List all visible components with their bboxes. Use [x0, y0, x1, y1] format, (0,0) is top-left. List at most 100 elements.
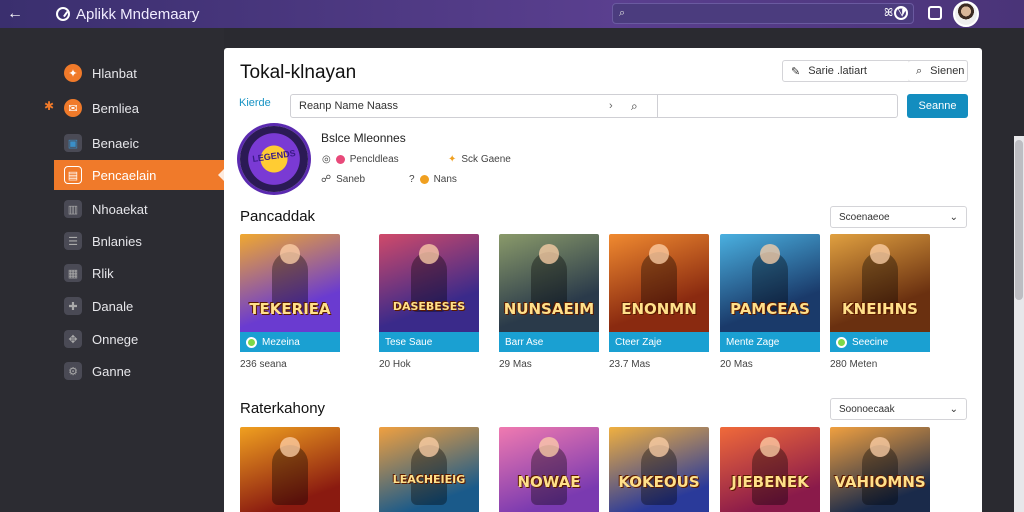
game-cover-image[interactable]: DASEBESES: [379, 234, 479, 332]
game-card[interactable]: DASEBESES Tese Saue 20 Hok: [379, 234, 479, 370]
character-head: [760, 244, 780, 264]
sidebar-item-6[interactable]: ☰ Bnlanies: [54, 226, 224, 256]
featured-meta-2-text: Sck Gaene: [461, 154, 511, 165]
game-logo-text: NOWAE: [517, 473, 581, 491]
game-logo-text: PAMCEAS: [730, 300, 810, 318]
sidebar-item-2[interactable]: ✉ Bemliea: [54, 93, 224, 123]
character-head: [539, 437, 559, 457]
game-card-bar[interactable]: Seecine: [830, 332, 930, 352]
game-cover-image[interactable]: ENONMN: [609, 234, 709, 332]
search-text: Reanp Name Naass: [299, 100, 399, 112]
sidebar-item-4[interactable]: ▤ Pencaelain: [54, 160, 224, 190]
game-card-stats: 20 Mas: [720, 359, 753, 370]
game-cover-image[interactable]: KNEIHNS: [830, 234, 930, 332]
header-search-button[interactable]: ⌕ Sienen: [908, 60, 968, 82]
section-title-recommended: Raterkahony: [240, 400, 326, 417]
scrollbar-thumb[interactable]: [1015, 140, 1023, 300]
game-cover-image[interactable]: JIEBENEK: [720, 427, 820, 512]
game-card-bar-label: Barr Ase: [505, 336, 544, 348]
header-search-label: Sienen: [930, 65, 965, 77]
sidebar-item-label: Onnege: [92, 331, 139, 347]
game-card-bar[interactable]: Mezeina: [240, 332, 340, 352]
game-cover-image[interactable]: NUNSAEIM: [499, 234, 599, 332]
game-card[interactable]: KNEIHNS Seecine 280 Meten: [830, 234, 930, 370]
app-logo-icon: [56, 7, 70, 21]
game-cover-image[interactable]: [240, 427, 340, 512]
filter-icon[interactable]: ꕤ: [884, 7, 893, 20]
sidebar-item-10[interactable]: ⚙ Ganne: [54, 356, 224, 386]
divider: [657, 95, 658, 117]
fire-icon: ✦: [448, 154, 457, 165]
game-cover-image[interactable]: VAHIOMNS: [830, 427, 930, 512]
search-button[interactable]: Seanne: [907, 94, 968, 118]
arrow-left-icon[interactable]: ←: [0, 5, 30, 23]
sidebar-item-8[interactable]: ✚ Danale: [54, 291, 224, 321]
game-card[interactable]: PAMCEAS Mente Zage 20 Mas: [720, 234, 820, 370]
gamepad-icon: ✥: [64, 330, 82, 348]
sidebar-item-label: Hlanbat: [92, 65, 137, 81]
settings-icon: ⚙: [64, 362, 82, 380]
game-card[interactable]: KOKEOUS: [609, 427, 709, 512]
game-card[interactable]: TEKERIEA Mezeina 236 seana: [240, 234, 340, 370]
sidebar-item-label: Benaeic: [92, 135, 139, 151]
sidebar-item-7[interactable]: ▦ Rlik: [54, 258, 224, 288]
orange-chat-icon: ✉: [64, 99, 82, 117]
layers-icon: ☰: [64, 232, 82, 250]
game-card[interactable]: ENONMN Cteer Zaje 23.7 Mas: [609, 234, 709, 370]
game-card-bar[interactable]: Barr Ase: [499, 332, 599, 352]
search-icon[interactable]: ⌕: [631, 99, 657, 114]
game-card[interactable]: NOWAE: [499, 427, 599, 512]
sidebar-item-label: Bnlanies: [92, 233, 142, 249]
featured-game-logo[interactable]: LEGENDS: [240, 126, 308, 192]
section-title-popular: Pancaddak: [240, 208, 316, 225]
sidebar-item-3[interactable]: ▣ Benaeic: [54, 128, 224, 158]
circle-icon: ◎: [322, 154, 331, 165]
game-logo-text: KNEIHNS: [842, 300, 918, 318]
chevron-right-icon[interactable]: ›: [609, 100, 631, 112]
game-card-bar[interactable]: Cteer Zaje: [609, 332, 709, 352]
game-cover-image[interactable]: TEKERIEA: [240, 234, 340, 332]
game-card-stats: 280 Meten: [830, 359, 878, 370]
game-card[interactable]: [240, 427, 340, 512]
game-logo-text: NUNSAEIM: [503, 300, 595, 318]
game-logo-text: VAHIOMNS: [834, 473, 926, 491]
character-head: [419, 244, 439, 264]
character-head: [649, 244, 669, 264]
people-icon: ☍: [321, 174, 332, 185]
game-cover-image[interactable]: NOWAE: [499, 427, 599, 512]
green-badge-icon: [246, 336, 257, 348]
game-card-bar-label: Mente Zage: [726, 336, 780, 348]
app-title-text: Aplikk Mndemaary: [76, 5, 200, 23]
character-head: [539, 244, 559, 264]
grid-icon: ▦: [64, 264, 82, 282]
game-card[interactable]: LEACHEIEIG: [379, 427, 479, 512]
page-title: Tokal-klnayan: [240, 62, 357, 83]
main-panel: Tokal-klnayan ✎ Sarie .latiart ⌕ Sienen …: [224, 48, 982, 512]
game-cover-image[interactable]: PAMCEAS: [720, 234, 820, 332]
sort-select-popular-value: Scoenaeoe: [839, 211, 890, 223]
sidebar-item-5[interactable]: ▥ Nhoaekat: [54, 194, 224, 224]
game-cover-image[interactable]: LEACHEIEIG: [379, 427, 479, 512]
character-head: [419, 437, 439, 457]
sidebar-item-label: Danale: [92, 298, 134, 314]
game-card[interactable]: JIEBENEK: [720, 427, 820, 512]
game-card-stats: 29 Mas: [499, 359, 532, 370]
sidebar-item-label: Rlik: [92, 265, 114, 281]
game-cover-image[interactable]: KOKEOUS: [609, 427, 709, 512]
game-card-bar-label: Mezeina: [262, 336, 300, 348]
sort-select-popular[interactable]: Scoenaeoe ⌄: [830, 206, 967, 228]
game-card-bar[interactable]: Mente Zage: [720, 332, 820, 352]
sidebar-item-9[interactable]: ✥ Onnege: [54, 324, 224, 354]
game-logo-text: TEKERIEA: [249, 300, 331, 318]
game-card[interactable]: VAHIOMNS: [830, 427, 930, 512]
window-icon[interactable]: [928, 6, 942, 20]
avatar[interactable]: [953, 1, 979, 27]
main-search-input[interactable]: Reanp Name Naass › ⌕: [290, 94, 898, 118]
game-card[interactable]: NUNSAEIM Barr Ase 29 Mas: [499, 234, 599, 370]
sort-select-recommended[interactable]: Soonoecaak ⌄: [830, 398, 967, 420]
featured-game-name[interactable]: Bslce Mleonnes: [321, 131, 406, 145]
search-icon[interactable]: [894, 6, 908, 20]
sidebar-item-1[interactable]: ✦ Hlanbat: [54, 58, 224, 88]
top-search-input[interactable]: ⌕ ꕤ ⧩: [612, 3, 914, 24]
game-card-bar[interactable]: Tese Saue: [379, 332, 479, 352]
